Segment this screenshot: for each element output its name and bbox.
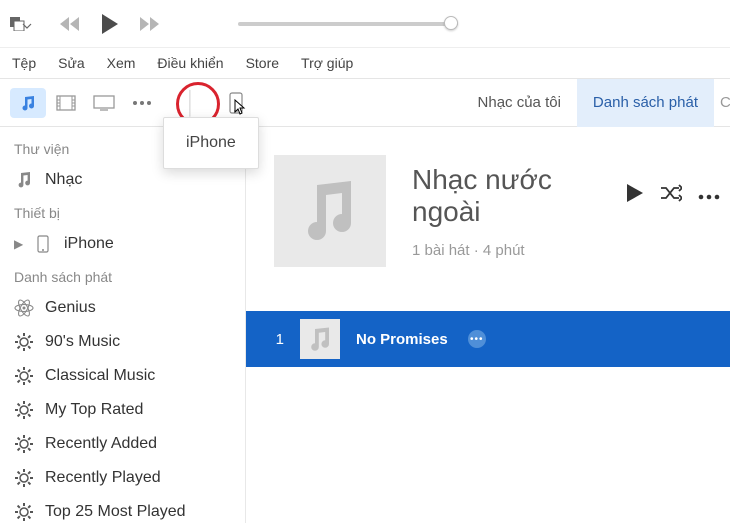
window-menu-icon[interactable] — [10, 16, 32, 32]
track-list: 1 No Promises ••• — [246, 311, 730, 367]
phone-icon — [33, 235, 53, 253]
track-artwork — [300, 319, 340, 359]
sidebar-playlist-item[interactable]: Classical Music — [0, 359, 245, 393]
play-button[interactable] — [100, 13, 120, 35]
sidebar-playlist-item[interactable]: Recently Added — [0, 427, 245, 461]
movies-view-button[interactable] — [48, 88, 84, 118]
sidebar-playlist-item[interactable]: 90's Music — [0, 325, 245, 359]
menu-controls[interactable]: Điều khiển — [157, 55, 223, 71]
playback-controls — [58, 13, 162, 35]
gear-icon — [14, 502, 34, 522]
track-name: No Promises — [356, 331, 448, 348]
seek-bar[interactable] — [238, 22, 458, 26]
gear-icon — [14, 468, 34, 488]
sidebar-item-label: My Top Rated — [45, 401, 143, 419]
playlist-subtitle: 1 bài hát · 4 phút — [412, 242, 720, 259]
sidebar-item-label: iPhone — [64, 235, 114, 253]
tab-my-music[interactable]: Nhạc của tôi — [462, 79, 577, 127]
toolbar-separator: │ — [184, 90, 198, 116]
gear-icon — [14, 332, 34, 352]
tab-playlists[interactable]: Danh sách phát — [577, 79, 714, 127]
devices-header: Thiết bị — [0, 197, 245, 227]
sidebar-item-label: 90's Music — [45, 333, 120, 351]
sidebar-item-label: Nhạc — [45, 171, 82, 189]
menu-edit[interactable]: Sửa — [58, 55, 85, 71]
sidebar-item-label: Recently Played — [45, 469, 161, 487]
gear-icon — [14, 366, 34, 386]
menu-store[interactable]: Store — [246, 55, 279, 71]
play-all-button[interactable] — [626, 183, 644, 208]
track-more-button[interactable]: ••• — [468, 330, 486, 348]
sidebar: Thư viện Nhạc Thiết bị ▶ iPhone Danh sác… — [0, 127, 246, 523]
next-button[interactable] — [138, 15, 162, 33]
cursor-icon — [234, 99, 248, 117]
chevron-right-icon: ▶ — [14, 237, 22, 251]
playlists-header: Danh sách phát — [0, 261, 245, 291]
menu-bar: Tệp Sửa Xem Điều khiển Store Trợ giúp — [0, 48, 730, 78]
gear-icon — [14, 400, 34, 420]
tab-cut[interactable]: C — [714, 79, 730, 127]
menu-view[interactable]: Xem — [107, 55, 136, 71]
sidebar-playlist-item[interactable]: Genius — [0, 291, 245, 325]
music-note-icon — [14, 171, 34, 189]
content-area: Nhạc nước ngoài 1 bài hát · 4 phút 1 No … — [246, 127, 730, 523]
title-bar — [0, 0, 730, 48]
playlist-title: Nhạc nước ngoài — [412, 164, 612, 228]
menu-file[interactable]: Tệp — [12, 55, 36, 71]
menu-help[interactable]: Trợ giúp — [301, 55, 353, 71]
sidebar-item-label: Classical Music — [45, 367, 155, 385]
more-views-button[interactable] — [124, 88, 160, 118]
device-tooltip: iPhone — [163, 117, 259, 169]
track-number: 1 — [270, 331, 284, 348]
toolbar: │ Nhạc của tôi Danh sách phát C iPhone — [0, 79, 730, 127]
playlist-artwork — [274, 155, 386, 267]
previous-button[interactable] — [58, 15, 82, 33]
sidebar-playlist-item[interactable]: Top 25 Most Played — [0, 495, 245, 523]
sidebar-item-label: Recently Added — [45, 435, 157, 453]
seek-thumb[interactable] — [444, 16, 458, 30]
more-actions-button[interactable] — [698, 187, 720, 205]
device-button[interactable] — [216, 88, 256, 118]
music-view-button[interactable] — [10, 88, 46, 118]
sidebar-playlist-item[interactable]: Recently Played — [0, 461, 245, 495]
sidebar-playlist-item[interactable]: My Top Rated — [0, 393, 245, 427]
shuffle-button[interactable] — [660, 184, 682, 207]
track-row[interactable]: 1 No Promises ••• — [246, 311, 730, 367]
gear-icon — [14, 434, 34, 454]
sidebar-item-label: Genius — [45, 299, 96, 317]
sidebar-item-label: Top 25 Most Played — [45, 503, 186, 521]
tv-view-button[interactable] — [86, 88, 122, 118]
sidebar-item-iphone[interactable]: ▶ iPhone — [0, 227, 245, 261]
atom-icon — [14, 298, 34, 318]
